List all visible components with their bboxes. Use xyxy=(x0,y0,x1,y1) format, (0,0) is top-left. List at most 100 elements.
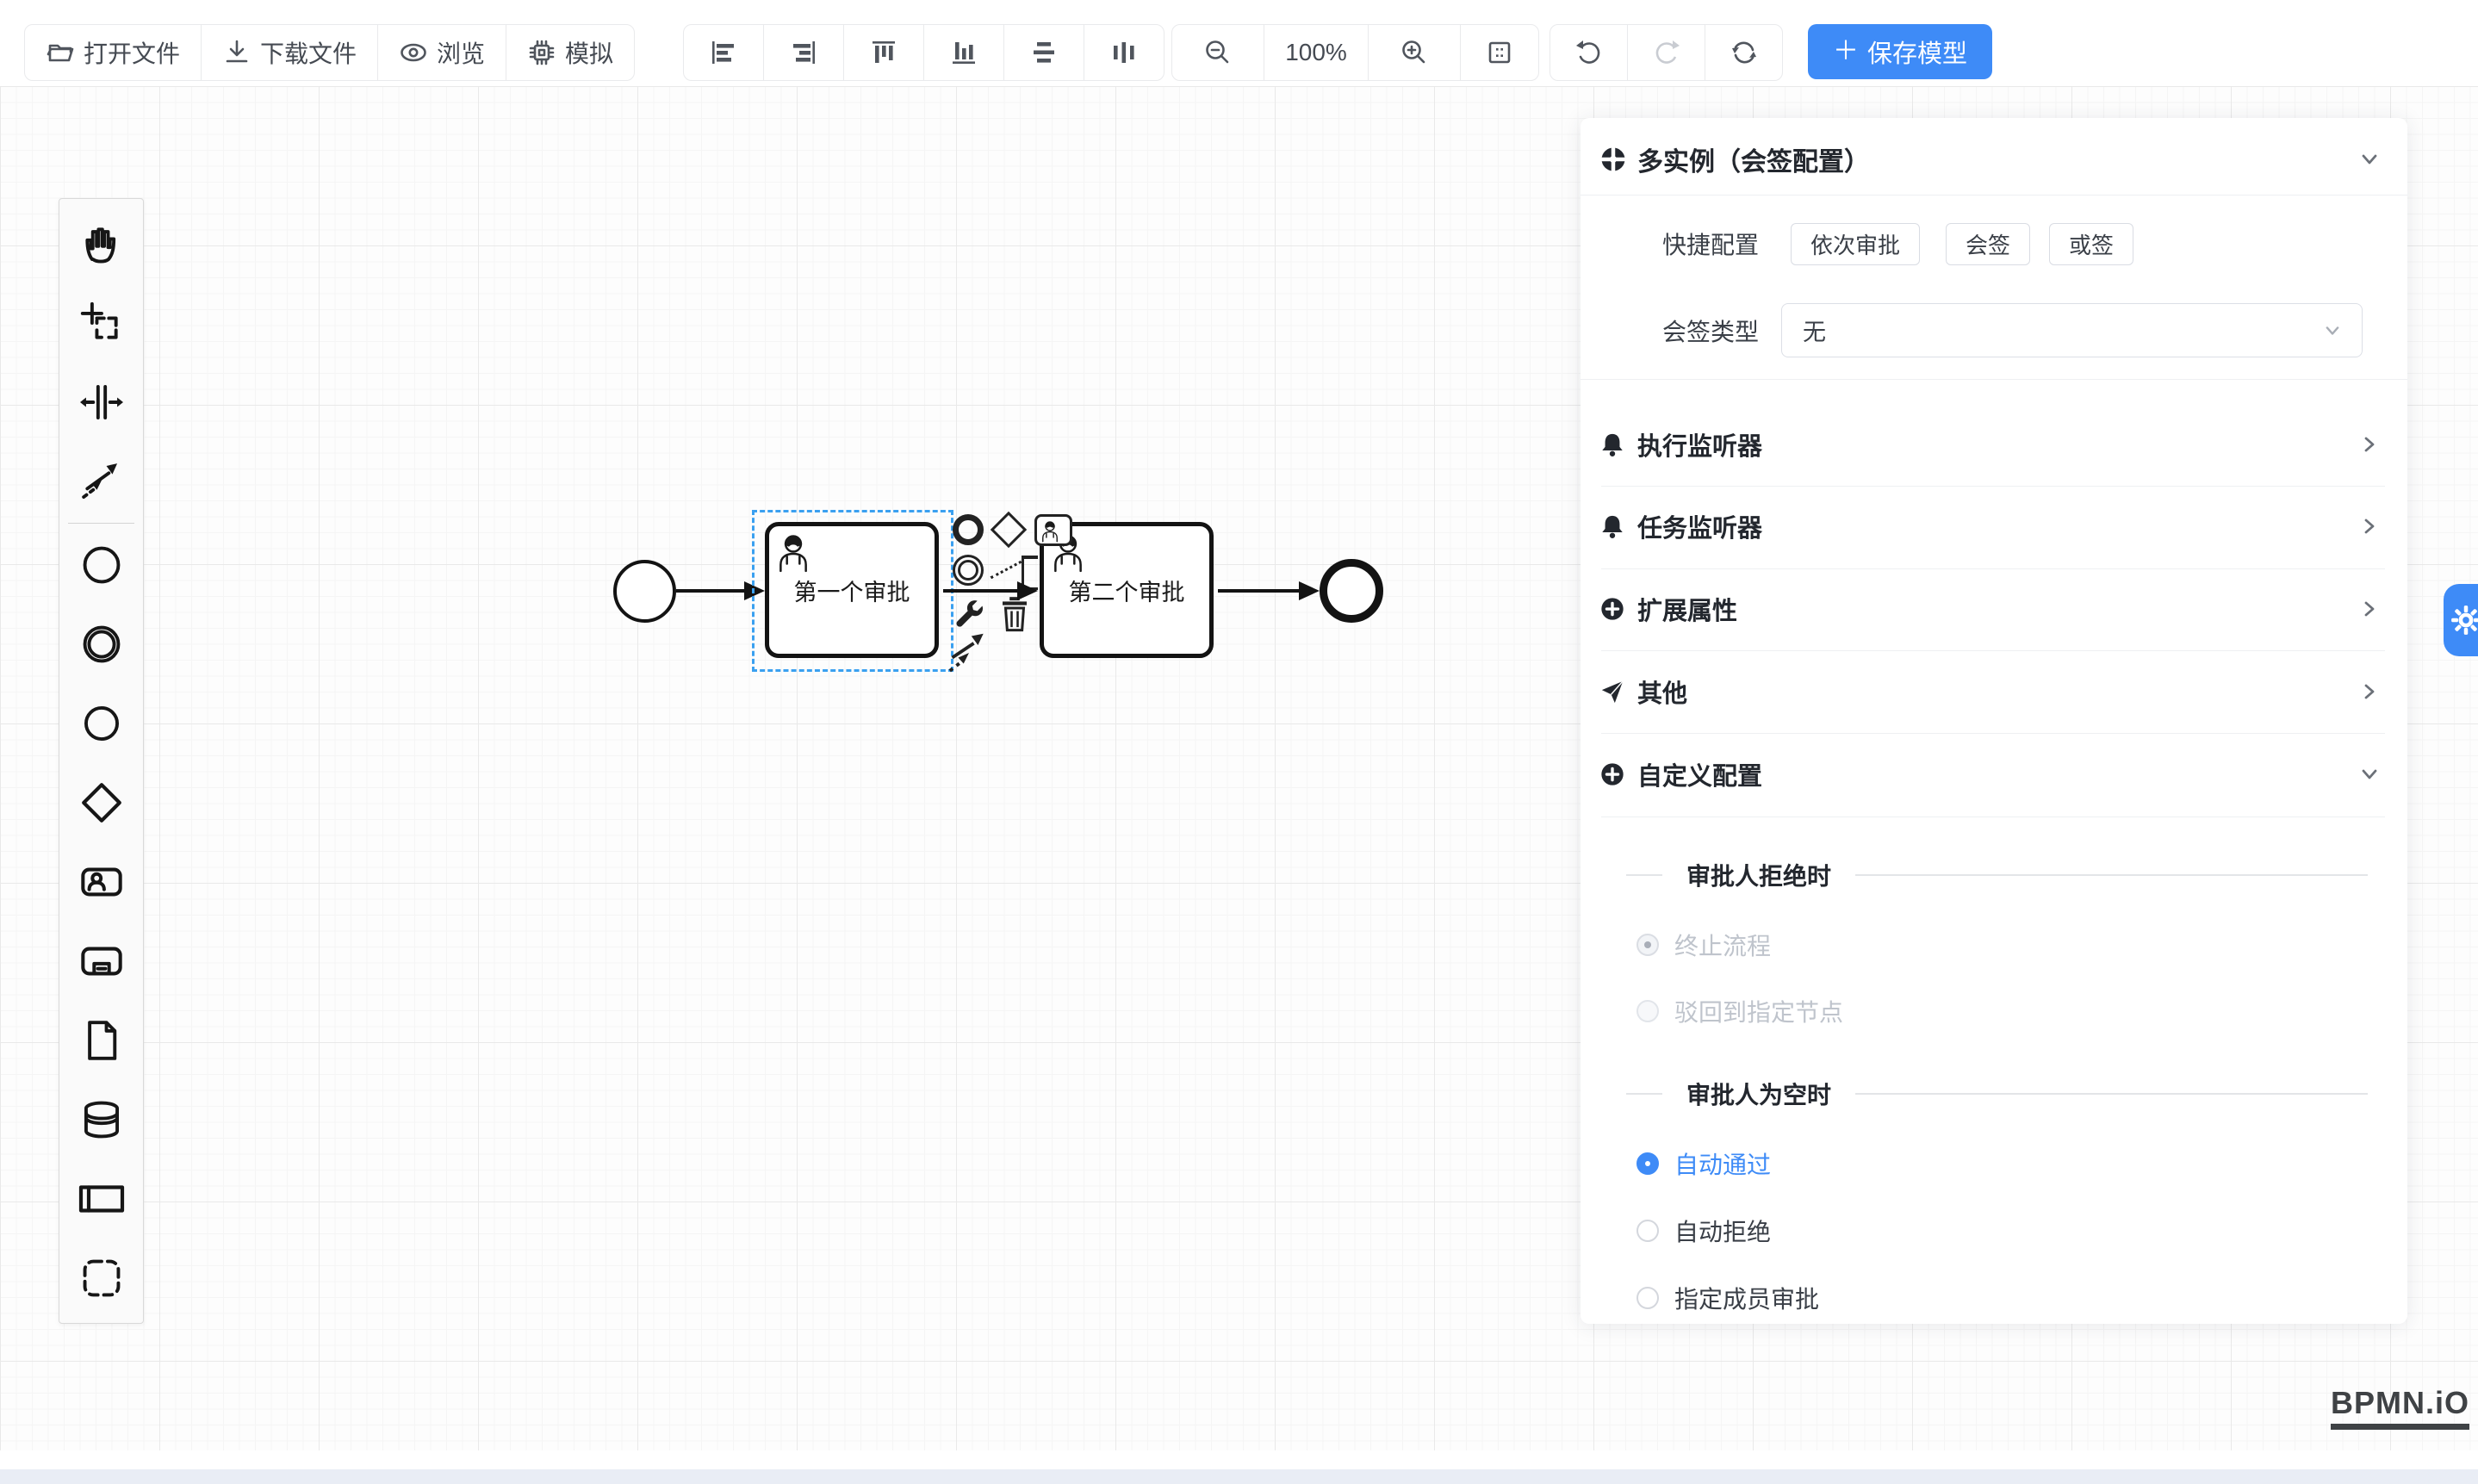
sign-type-select[interactable]: 无 xyxy=(1781,303,2363,357)
create-data-store[interactable] xyxy=(59,1080,143,1159)
create-subprocess[interactable] xyxy=(59,922,143,1001)
download-icon xyxy=(222,38,252,67)
radio-button[interactable] xyxy=(1636,1220,1659,1242)
radio-auto-pass[interactable]: 自动通过 xyxy=(1581,1139,2407,1188)
create-end-event[interactable] xyxy=(59,684,143,763)
section-custom-config[interactable]: 自定义配置 xyxy=(1581,750,2407,798)
radio-assign-member[interactable]: 指定成员审批 xyxy=(1581,1274,2407,1322)
task-first-approval[interactable]: 第一个审批 xyxy=(765,522,939,658)
section-execution-listener[interactable]: 执行监听器 xyxy=(1581,420,2407,469)
divider xyxy=(1601,568,2385,569)
distribute-vertical-icon xyxy=(1030,39,1058,66)
quick-option-sequential[interactable]: 依次审批 xyxy=(1791,223,1920,265)
panel-header[interactable]: 多实例（会签配置） xyxy=(1581,135,2407,183)
plus-circle-icon xyxy=(1599,761,1625,787)
section-label: 自定义配置 xyxy=(1637,756,1762,792)
align-bottom-button[interactable] xyxy=(924,25,1004,80)
append-end-event-button[interactable] xyxy=(953,514,984,545)
gateway-icon xyxy=(78,779,125,826)
subprocess-icon xyxy=(79,939,124,984)
space-tool[interactable] xyxy=(59,363,143,442)
create-intermediate-event[interactable] xyxy=(59,605,143,684)
global-connect-tool[interactable] xyxy=(59,442,143,521)
create-gateway[interactable] xyxy=(59,763,143,842)
history-toolbar-group xyxy=(1550,24,1783,81)
radio-label: 自动通过 xyxy=(1674,1146,1771,1181)
global-connect-icon xyxy=(80,460,123,503)
zoom-level-value: 100% xyxy=(1285,39,1347,66)
section-other[interactable]: 其他 xyxy=(1581,667,2407,716)
user-icon xyxy=(778,533,809,573)
fit-viewport-icon xyxy=(1485,38,1514,67)
hand-tool-icon xyxy=(80,222,123,265)
task-first-approval-label: 第一个审批 xyxy=(794,574,910,607)
sequence-flow-1[interactable] xyxy=(676,589,747,593)
simulate-button[interactable]: 模拟 xyxy=(506,25,634,80)
preview-label: 浏览 xyxy=(437,35,485,70)
align-top-button[interactable] xyxy=(844,25,924,80)
sequence-flow-2[interactable] xyxy=(943,589,1019,593)
preview-button[interactable]: 浏览 xyxy=(378,25,506,80)
open-file-button[interactable]: 打开文件 xyxy=(25,25,202,80)
create-group[interactable] xyxy=(59,1239,143,1318)
radio-label: 指定成员审批 xyxy=(1674,1281,1819,1315)
create-start-event[interactable] xyxy=(59,525,143,605)
section-label: 其他 xyxy=(1637,674,1687,710)
quick-config-row: 快捷配置 依次审批 会签 或签 xyxy=(1581,223,2407,264)
append-user-task-button[interactable] xyxy=(1034,514,1072,546)
radio-auto-reject[interactable]: 自动拒绝 xyxy=(1581,1207,2407,1255)
create-user-task[interactable] xyxy=(59,842,143,922)
sign-type-label: 会签类型 xyxy=(1581,314,1759,348)
align-right-button[interactable] xyxy=(764,25,844,80)
participant-pool-icon xyxy=(78,1176,125,1222)
chevron-right-icon xyxy=(2356,512,2383,540)
bpmn-io-logo-underline xyxy=(2331,1424,2469,1430)
zoom-in-button[interactable] xyxy=(1369,25,1461,80)
bpmn-io-logo-text: BPMN.iO xyxy=(2331,1385,2469,1421)
chip-icon xyxy=(527,38,556,67)
save-model-button[interactable]: ＋ 保存模型 xyxy=(1808,24,1992,79)
gear-icon xyxy=(2450,605,2478,636)
create-participant-pool[interactable] xyxy=(59,1159,143,1239)
radio-button[interactable] xyxy=(1636,1152,1659,1175)
horizontal-scrollbar[interactable] xyxy=(0,1469,2478,1484)
divider xyxy=(1855,874,2368,876)
lasso-tool[interactable] xyxy=(59,283,143,363)
create-data-object[interactable] xyxy=(59,1001,143,1080)
align-left-button[interactable] xyxy=(684,25,764,80)
trash-icon[interactable] xyxy=(999,596,1030,632)
fit-viewport-button[interactable] xyxy=(1461,25,1538,80)
radio-return-to-node: 驳回到指定节点 xyxy=(1581,987,2407,1035)
append-intermediate-event-button[interactable] xyxy=(953,555,984,586)
undo-button[interactable] xyxy=(1550,25,1628,80)
end-event-shape[interactable] xyxy=(1320,559,1383,623)
redo-button[interactable] xyxy=(1628,25,1705,80)
distribute-vertical-button[interactable] xyxy=(1004,25,1084,80)
quick-option-orsign[interactable]: 或签 xyxy=(2049,223,2133,265)
zoom-out-button[interactable] xyxy=(1172,25,1264,80)
radio-label: 自动拒绝 xyxy=(1674,1214,1771,1248)
zoom-level-indicator[interactable]: 100% xyxy=(1264,25,1369,80)
download-file-button[interactable]: 下载文件 xyxy=(202,25,378,80)
start-event-shape[interactable] xyxy=(613,560,676,623)
section-label: 执行监听器 xyxy=(1637,426,1762,463)
settings-tab[interactable] xyxy=(2444,584,2478,656)
radio-terminate-process: 终止流程 xyxy=(1581,921,2407,969)
top-toolbar: 打开文件 下载文件 浏览 模 xyxy=(0,0,2478,86)
chevron-right-icon xyxy=(2356,678,2383,705)
refresh-button[interactable] xyxy=(1705,25,1782,80)
sequence-flow-3[interactable] xyxy=(1218,589,1301,593)
section-extended-properties[interactable]: 扩展属性 xyxy=(1581,585,2407,633)
section-task-listener[interactable]: 任务监听器 xyxy=(1581,502,2407,550)
wrench-icon[interactable] xyxy=(949,598,985,632)
bpmn-io-watermark[interactable]: BPMN.iO xyxy=(2331,1385,2469,1430)
section-label: 任务监听器 xyxy=(1637,508,1762,544)
reject-group-title: 审批人拒绝时 xyxy=(1686,858,1831,892)
distribute-horizontal-button[interactable] xyxy=(1084,25,1164,80)
connect-tool-icon[interactable] xyxy=(947,631,991,674)
palette-separator xyxy=(68,523,134,524)
divider xyxy=(1581,195,2407,196)
radio-button[interactable] xyxy=(1636,1287,1659,1309)
quick-option-countersign[interactable]: 会签 xyxy=(1946,223,2030,265)
hand-tool[interactable] xyxy=(59,204,143,283)
